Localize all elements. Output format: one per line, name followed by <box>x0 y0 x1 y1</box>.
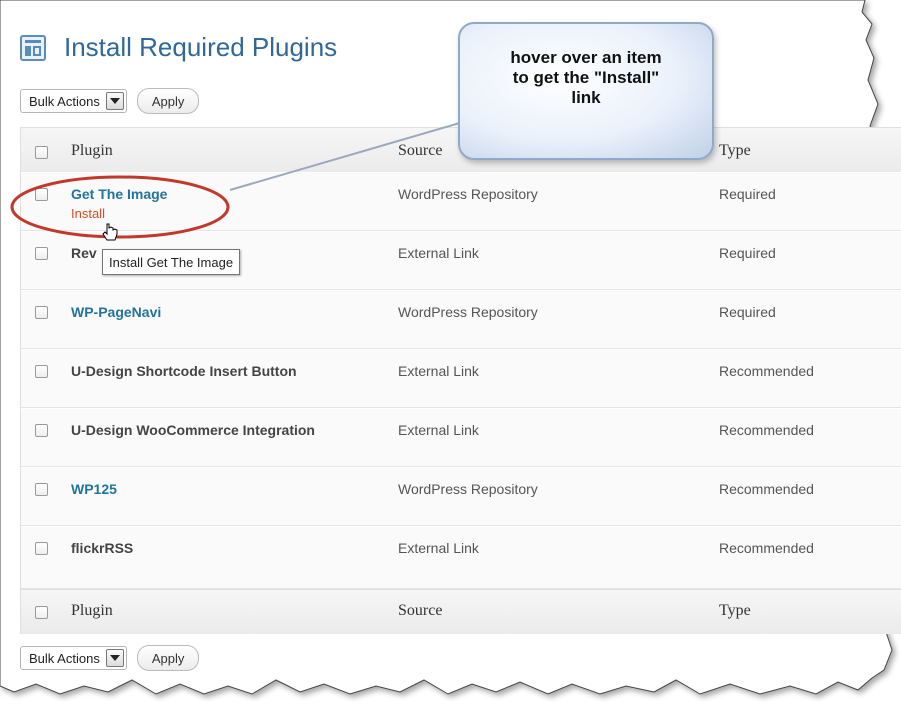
install-tooltip: Install Get The Image <box>102 249 241 275</box>
callout-line-1: hover over an item <box>510 48 662 67</box>
highlight-ellipse <box>10 175 230 239</box>
callout-pointer-line <box>229 119 471 191</box>
hand-cursor-icon <box>102 223 118 241</box>
callout-line-3: link <box>571 88 601 107</box>
annotation-overlay <box>10 119 471 241</box>
instruction-callout: hover over an item to get the "Install" … <box>458 22 714 160</box>
screenshot-page: Install Required Plugins Bulk Actions Ap… <box>0 0 901 704</box>
callout-line-2: to get the "Install" <box>512 68 660 87</box>
